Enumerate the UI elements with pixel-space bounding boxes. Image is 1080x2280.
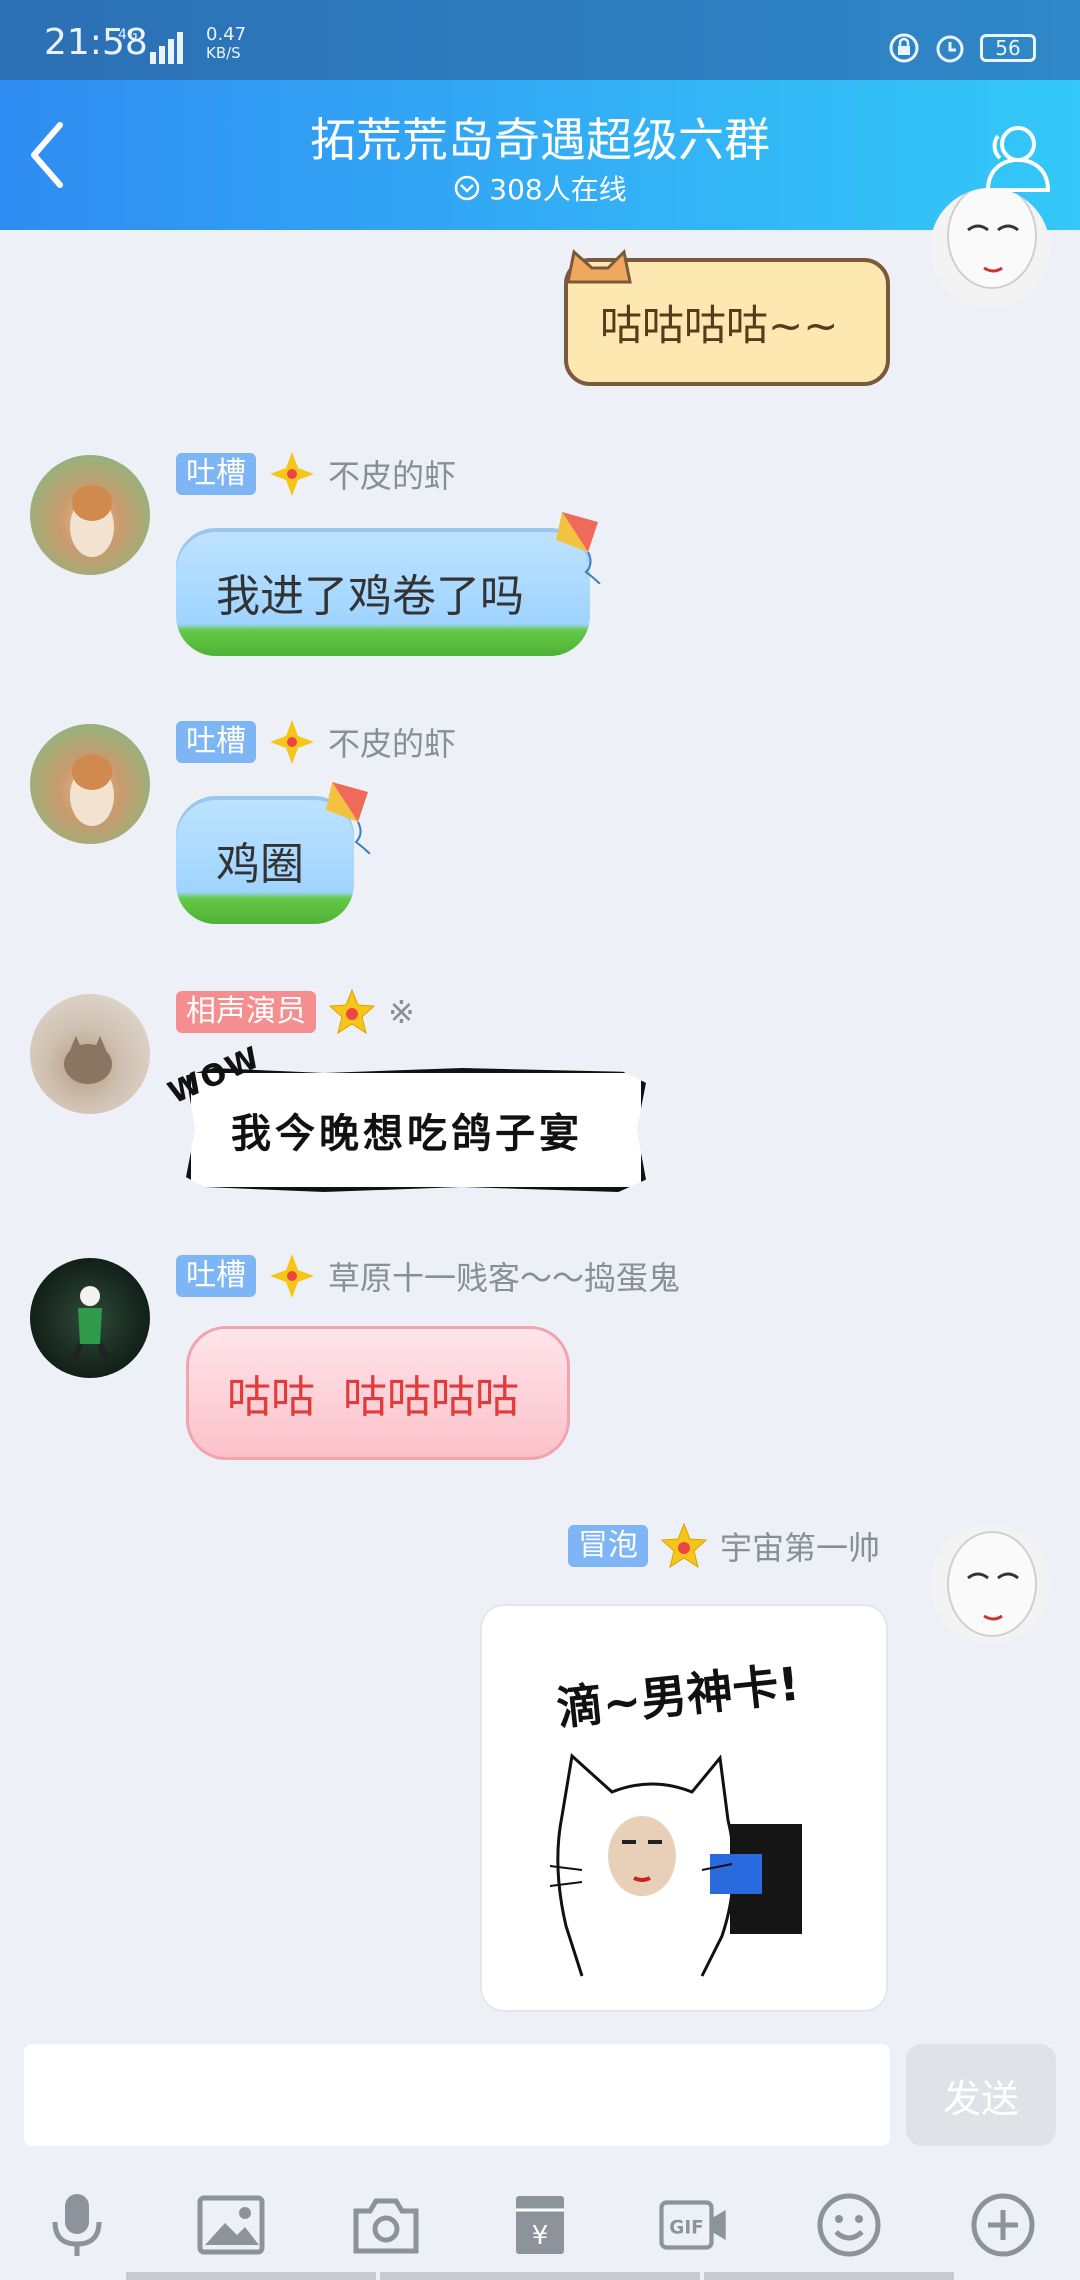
person-photo xyxy=(71,1286,111,1364)
kite-decoration xyxy=(326,782,371,854)
image-icon[interactable] xyxy=(196,2190,266,2260)
sender-name[interactable]: 不皮的虾 xyxy=(328,451,456,497)
sender-meta: 吐槽 草原十一贱客～～捣蛋鬼 xyxy=(176,1254,680,1298)
signal-icon xyxy=(150,32,183,64)
cat-ears-decoration xyxy=(566,248,632,284)
corgi-photo xyxy=(70,485,114,557)
composer: 发送 xyxy=(0,2030,1080,2150)
message-bubble[interactable]: 我今晚想吃鸽子宴 xyxy=(186,1068,646,1192)
send-button[interactable]: 发送 xyxy=(906,2044,1056,2146)
sticker-message[interactable]: 滴~男神卡! xyxy=(480,1604,888,2012)
group-members-icon[interactable] xyxy=(976,118,1056,198)
avatar[interactable] xyxy=(30,455,150,575)
avatar-self[interactable] xyxy=(930,1524,1050,1644)
red-packet-icon[interactable]: ¥ xyxy=(505,2190,575,2260)
battery-icon: 56 xyxy=(980,34,1036,62)
chat-header: 21:58 4G 0.47 KB/S 56 拓荒荒岛奇遇超级六群 308人在线 xyxy=(0,0,1080,230)
kite-decoration xyxy=(556,512,601,584)
corgi-photo xyxy=(70,754,114,826)
online-chevron-icon xyxy=(455,175,480,201)
gif-icon[interactable]: GIF xyxy=(659,2190,729,2260)
svg-text:GIF: GIF xyxy=(670,2217,704,2238)
bottom-indicator xyxy=(126,2272,954,2280)
plus-icon[interactable] xyxy=(968,2190,1038,2260)
star-badge-icon xyxy=(270,1254,314,1298)
alarm-icon xyxy=(936,35,964,63)
mic-icon[interactable] xyxy=(42,2190,112,2260)
member-tag: 相声演员 xyxy=(176,991,316,1033)
lock-rotation-icon xyxy=(889,33,919,63)
composer-toolbar: ¥ GIF xyxy=(0,2170,1080,2280)
member-tag: 冒泡 xyxy=(568,1525,648,1567)
sticker-caption: 滴~男神卡! xyxy=(554,1656,803,1736)
emoji-icon[interactable] xyxy=(814,2190,884,2260)
star-badge-icon xyxy=(270,720,314,764)
avatar-self[interactable] xyxy=(930,188,1050,308)
online-count: 308人在线 xyxy=(0,168,1080,208)
sender-name[interactable]: 不皮的虾 xyxy=(328,719,456,765)
avatar[interactable] xyxy=(30,724,150,844)
member-tag: 吐槽 xyxy=(176,721,256,763)
member-tag: 吐槽 xyxy=(176,453,256,495)
mask-avatar-icon xyxy=(947,1531,1037,1637)
cat-camera-sticker xyxy=(549,1753,802,1977)
star-badge-icon xyxy=(660,1522,708,1569)
message-input[interactable] xyxy=(24,2044,890,2146)
group-title: 拓荒荒岛奇遇超级六群 xyxy=(310,113,770,167)
svg-text:¥: ¥ xyxy=(532,2221,549,2251)
status-bar: 21:58 4G 0.47 KB/S 56 xyxy=(0,0,1080,80)
network-speed: 0.47 KB/S xyxy=(206,24,247,63)
sender-meta: 冒泡 宇宙第一帅 xyxy=(568,1522,880,1569)
star-badge-icon xyxy=(270,452,314,496)
cat-photo xyxy=(64,1036,112,1084)
avatar[interactable] xyxy=(30,1258,150,1378)
star-badge-icon xyxy=(328,988,376,1035)
sender-name[interactable]: 宇宙第一帅 xyxy=(720,1523,880,1569)
message-bubble[interactable]: 我进了鸡卷了吗 xyxy=(176,528,590,656)
sender-name[interactable]: 草原十一贱客～～捣蛋鬼 xyxy=(328,1253,680,1299)
sender-meta: 吐槽 不皮的虾 xyxy=(176,452,456,496)
sender-meta: 吐槽 不皮的虾 xyxy=(176,720,456,764)
mask-avatar-icon xyxy=(947,188,1037,289)
camera-icon[interactable] xyxy=(351,2190,421,2260)
sender-meta: 相声演员 ※ xyxy=(176,988,415,1035)
member-tag: 吐槽 xyxy=(176,1255,256,1297)
avatar[interactable] xyxy=(30,994,150,1114)
message-bubble[interactable]: 咕咕 咕咕咕咕 xyxy=(186,1326,570,1460)
sender-name[interactable]: ※ xyxy=(388,993,415,1031)
network-type: 4G xyxy=(118,27,138,43)
